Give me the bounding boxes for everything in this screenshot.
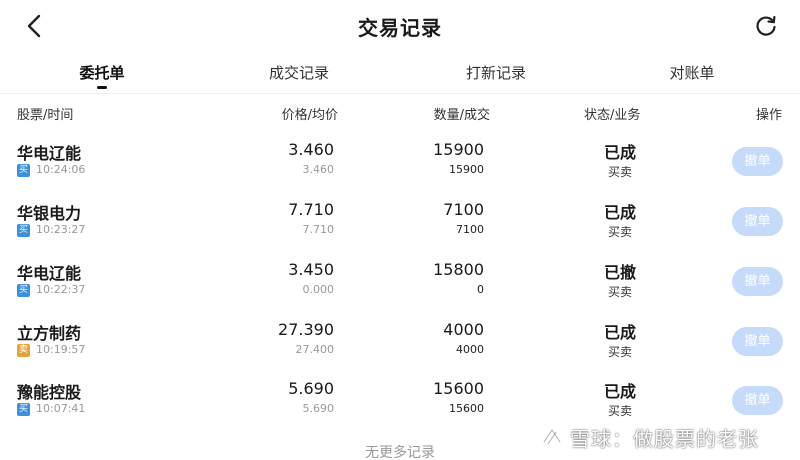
business-type: 买卖 <box>607 345 632 359</box>
tab-orders[interactable]: 委托单 <box>32 62 172 83</box>
business-type: 买卖 <box>607 165 632 179</box>
side-tag: 买 <box>17 224 30 237</box>
filled-quantity: 4000 <box>456 343 484 356</box>
stock-name[interactable]: 华电辽能 <box>17 260 81 284</box>
order-price: 3.460 <box>288 140 334 159</box>
cancel-order-button[interactable]: 撤单 <box>732 147 783 176</box>
back-button[interactable] <box>22 12 48 40</box>
column-header-price: 价格/均价 <box>281 108 338 123</box>
chevron-left-icon <box>27 14 41 38</box>
order-quantity: 4000 <box>443 320 484 339</box>
tab-trades[interactable]: 成交记录 <box>229 62 369 83</box>
order-row: 华电辽能 买 10:22:37 3.450 0.000 15800 0 已撤 买… <box>0 256 800 316</box>
order-status: 已成 <box>603 203 636 222</box>
order-status: 已成 <box>603 323 636 342</box>
order-status: 已撤 <box>603 263 636 282</box>
business-type: 买卖 <box>607 404 632 418</box>
average-price: 5.690 <box>302 402 335 415</box>
order-row: 华银电力 买 10:23:27 7.710 7.710 7100 7100 已成… <box>0 196 800 256</box>
column-header-stock-time: 股票/时间 <box>17 108 74 123</box>
order-quantity: 15600 <box>433 379 484 398</box>
filled-quantity: 15900 <box>449 163 484 176</box>
average-price: 27.400 <box>295 343 335 356</box>
order-price: 5.690 <box>288 379 334 398</box>
tab-ipo[interactable]: 打新记录 <box>426 62 566 83</box>
order-time: 10:24:06 <box>36 163 86 176</box>
tab-bar: 委托单 成交记录 打新记录 对账单 <box>0 56 800 92</box>
snowball-logo-icon <box>542 427 562 446</box>
stock-name[interactable]: 豫能控股 <box>17 379 81 403</box>
order-time: 10:07:41 <box>36 402 86 415</box>
filled-quantity: 0 <box>477 283 484 296</box>
column-header-action: 操作 <box>756 108 783 123</box>
order-status: 已成 <box>603 143 636 162</box>
tab-divider <box>0 93 800 94</box>
average-price: 7.710 <box>302 223 335 236</box>
cancel-order-button[interactable]: 撤单 <box>732 386 783 415</box>
order-quantity: 15900 <box>433 140 484 159</box>
order-row: 立方制药 卖 10:19:57 27.390 27.400 4000 4000 … <box>0 316 800 376</box>
column-header-quantity: 数量/成交 <box>433 108 490 123</box>
order-status: 已成 <box>603 382 636 401</box>
filled-quantity: 7100 <box>456 223 484 236</box>
tab-statement[interactable]: 对账单 <box>622 62 762 83</box>
order-row: 华电辽能 买 10:24:06 3.460 3.460 15900 15900 … <box>0 136 800 196</box>
business-type: 买卖 <box>607 285 632 299</box>
average-price: 0.000 <box>302 283 335 296</box>
order-time: 10:23:27 <box>36 223 86 236</box>
side-tag: 卖 <box>17 344 30 357</box>
order-price: 27.390 <box>278 320 334 339</box>
side-tag: 买 <box>17 284 30 297</box>
side-tag: 买 <box>17 403 30 416</box>
cancel-order-button[interactable]: 撤单 <box>732 267 783 296</box>
column-header-status: 状态/业务 <box>584 108 641 123</box>
order-price: 7.710 <box>288 200 334 219</box>
order-quantity: 15800 <box>433 260 484 279</box>
refresh-icon <box>756 15 776 36</box>
cancel-order-button[interactable]: 撤单 <box>732 207 783 236</box>
order-time: 10:19:57 <box>36 343 86 356</box>
active-tab-indicator <box>97 86 107 89</box>
business-type: 买卖 <box>607 225 632 239</box>
stock-name[interactable]: 华电辽能 <box>17 140 81 164</box>
stock-name[interactable]: 华银电力 <box>17 200 81 224</box>
page-title: 交易记录 <box>358 16 442 40</box>
side-tag: 买 <box>17 164 30 177</box>
cancel-order-button[interactable]: 撤单 <box>732 327 783 356</box>
stock-name[interactable]: 立方制药 <box>17 320 81 344</box>
filled-quantity: 15600 <box>449 402 484 415</box>
refresh-button[interactable] <box>752 12 780 40</box>
order-price: 3.450 <box>288 260 334 279</box>
watermark-text: 雪球：做股票的老张 <box>570 427 759 451</box>
average-price: 3.460 <box>302 163 335 176</box>
order-time: 10:22:37 <box>36 283 86 296</box>
header: 交易记录 <box>0 0 800 52</box>
order-quantity: 7100 <box>443 200 484 219</box>
